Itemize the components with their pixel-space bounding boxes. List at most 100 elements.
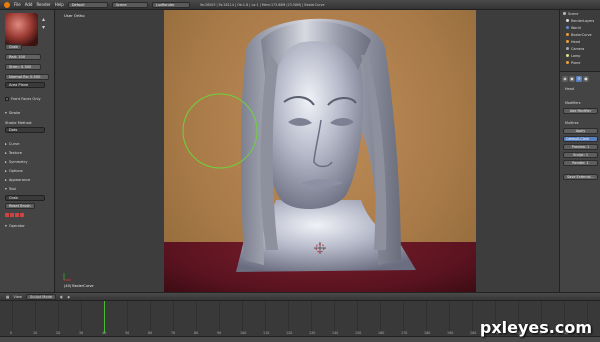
menu-help[interactable]: Help [55,2,64,7]
arrow-down-icon[interactable]: ▾ [42,24,50,32]
3d-viewport[interactable]: User Ortho (40) BezierCurve [56,10,559,292]
tool-section[interactable]: Tool [9,187,16,191]
options-section[interactable]: Options [9,169,23,173]
view-menu[interactable]: View [13,295,22,299]
brush-preview[interactable] [5,13,38,46]
timeline-frame-label: 10 [33,331,38,335]
timeline-header: ▦ View Sculpt Mode ◐ ◈ [0,292,600,301]
outliner-item[interactable]: Lamp [560,52,600,59]
timeline-gridline [334,301,335,331]
catmull-clark-button[interactable]: Catmull-Clark [563,136,598,142]
blender-logo-icon[interactable] [4,1,10,8]
curve-section[interactable]: Curve [9,142,20,146]
collapse-icon[interactable]: ▸ [5,151,7,155]
save-external-button[interactable]: Save External... [563,174,598,180]
outliner-item[interactable]: Scene [560,10,600,17]
menu-add[interactable]: Add [25,2,33,7]
outliner-item[interactable]: RenderLayers [560,17,600,24]
timeline-frame-label: 200 [470,331,477,335]
material-tab-icon[interactable]: ● [583,76,589,82]
timeline-frame-label: 120 [286,331,293,335]
timeline-gridline [242,301,243,331]
object-tab-icon[interactable]: ▣ [569,76,575,82]
timeline-gridline [81,301,82,331]
add-modifier-button[interactable]: Add Modifier [563,108,598,114]
render-engine-select[interactable]: LuxRender [151,1,190,8]
area-plane-select[interactable]: Area Plane [5,82,45,88]
timeline-frame-label: 50 [125,331,130,335]
brush-toggle-icon[interactable] [15,213,19,217]
mode-select[interactable]: Sculpt Mode [25,293,57,300]
modifier-tab-icon[interactable]: ⚙ [576,76,582,82]
brush-toggle-icon[interactable] [10,213,14,217]
pivot-icon[interactable]: ◈ [67,295,70,299]
tool-brush-select[interactable]: Grab [5,195,45,201]
preview-levels-field[interactable]: Preview: 1 [563,144,598,150]
radius-slider[interactable]: Rad: 100 [5,54,41,60]
expand-icon[interactable]: ▾ [5,224,7,228]
symmetry-section[interactable]: Symmetry [9,160,28,164]
modifier-name-field[interactable]: Multires [563,120,598,126]
timeline-gridline [265,301,266,331]
timeline-frame-label: 180 [424,331,431,335]
strength-slider[interactable]: Stren: 0.300 [5,64,41,70]
expand-icon[interactable]: ▾ [5,187,7,191]
timeline-frame-label: 170 [401,331,408,335]
reset-brush-button[interactable]: Reset Brush [5,203,35,209]
timeline-gridline [219,301,220,331]
menu-file[interactable]: File [14,2,21,7]
sculpt-levels-field[interactable]: Sculpt: 1 [563,152,598,158]
timeline-frame-label: 80 [194,331,199,335]
outliner-item[interactable]: Head [560,38,600,45]
tool-shelf: ▴ ▾ Grab Rad: 100 Stren: 0.300 Normal Ra… [0,10,55,292]
brush-toggle-icon[interactable] [5,213,9,217]
collapse-icon[interactable]: ▸ [5,160,7,164]
brush-name-field[interactable]: Grab [5,44,22,50]
outliner-item[interactable]: BezierCurve [560,31,600,38]
timeline-frame-label: 100 [240,331,247,335]
timeline-frame-label: 0 [10,331,13,335]
timeline-gridline [472,301,473,331]
stroke-method-select[interactable]: Dots [5,127,45,133]
timeline-frame-label: 70 [171,331,176,335]
collapse-icon[interactable]: ▸ [5,142,7,146]
expand-icon[interactable]: ▾ [5,111,7,115]
screen-layout-select[interactable]: Default [67,1,108,8]
timeline-frame-label: 30 [79,331,84,335]
outliner-item[interactable]: Camera [560,45,600,52]
view-label: User Ortho [64,13,85,18]
operator-section[interactable]: Operator [9,224,25,228]
timeline-gridline [357,301,358,331]
outliner-item[interactable]: World [560,24,600,31]
watermark: pxleyes.com [479,318,592,337]
properties-editor: ◉ ▣ ⚙ ● Head Modifiers Add Modifier Mult… [560,74,600,182]
outliner-item[interactable]: Plane [560,59,600,66]
menu-render[interactable]: Render [36,2,50,7]
brush-toggle-icon[interactable] [20,213,24,217]
arrow-up-icon[interactable]: ▴ [42,16,50,24]
apply-button[interactable]: Apply [563,128,598,134]
collapse-icon[interactable]: ▸ [5,169,7,173]
object-name: Head [565,87,574,91]
timeline-gridline [311,301,312,331]
normal-radius-slider[interactable]: Normal Ra: 0.500 [5,74,49,80]
render-levels-field[interactable]: Render: 1 [563,160,598,166]
render-tab-icon[interactable]: ◉ [562,76,568,82]
current-frame-cursor[interactable] [104,301,105,333]
lamp-icon [566,54,569,57]
stroke-method-label: Stroke Method: [5,121,33,125]
front-faces-checkbox[interactable] [5,97,9,101]
texture-section[interactable]: Texture [9,151,22,155]
viewport-shading-icon[interactable]: ◐ [60,295,63,299]
editor-type-icon[interactable]: ▦ [6,295,9,299]
axis-gizmo-icon [63,273,71,281]
sculpted-head[interactable] [56,10,559,292]
timeline-gridline [288,301,289,331]
timeline-gridline [173,301,174,331]
appearance-section[interactable]: Appearance [9,178,31,182]
collapse-icon[interactable]: ▸ [5,178,7,182]
stroke-section[interactable]: Stroke [9,111,20,115]
timeline-gridline [426,301,427,331]
brush-scroll[interactable]: ▴ ▾ [42,16,50,40]
scene-select[interactable]: Scene [111,1,148,8]
